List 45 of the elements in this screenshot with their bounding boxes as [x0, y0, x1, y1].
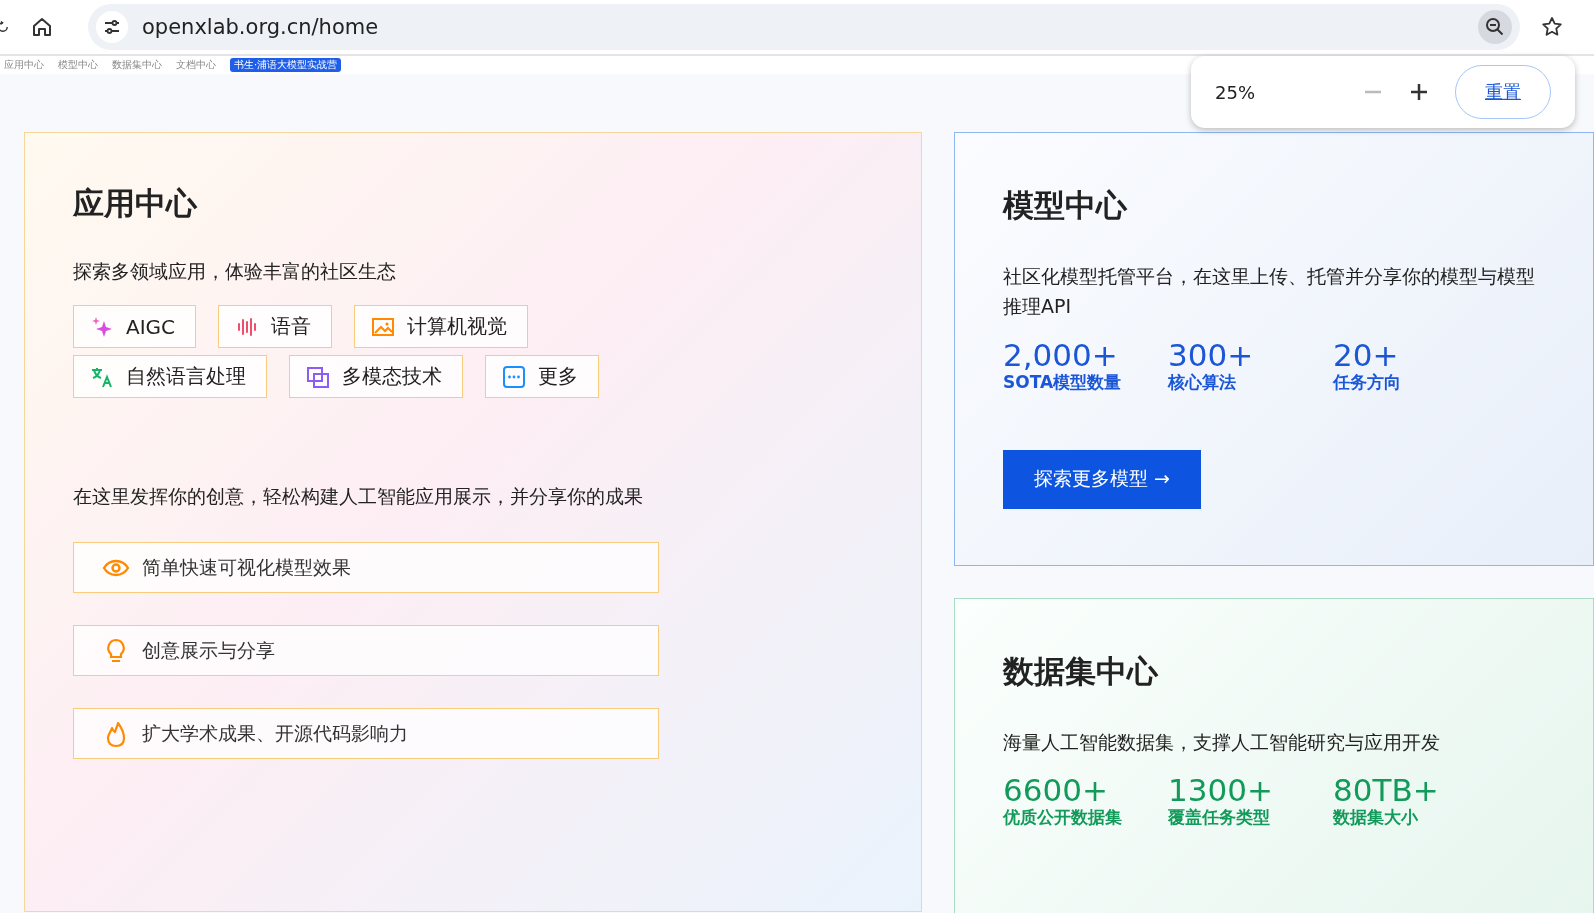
card-description: 在这里发挥你的创意，轻松构建人工智能应用展示，并分享你的成果 — [73, 484, 644, 509]
zoom-in-icon[interactable] — [1409, 82, 1429, 102]
nav-link[interactable]: 模型中心 — [58, 58, 98, 72]
category-tag[interactable]: 计算机视觉 — [354, 305, 529, 348]
category-tag[interactable]: 语音 — [218, 305, 333, 348]
card-title: 模型中心 — [1003, 186, 1128, 225]
nav-badge[interactable]: 书生·浦语大模型实战营 — [230, 58, 342, 72]
stat-label: 核心算法 — [1168, 370, 1237, 394]
feature-text: 创意展示与分享 — [142, 637, 275, 663]
stat-value: 1300+ — [1168, 775, 1274, 807]
reset-button[interactable]: 重置 — [1455, 65, 1551, 119]
stat-value: 300+ — [1168, 339, 1255, 371]
address-bar[interactable]: openxlab.org.cn/home — [88, 4, 1520, 50]
category-tag[interactable]: AIGC — [73, 305, 197, 348]
explore-models-button[interactable]: 探索更多模型 → — [1003, 449, 1201, 509]
stat-value: 80TB+ — [1333, 775, 1440, 807]
category-tag[interactable]: 自然语言处理 — [73, 355, 267, 398]
overlapping-squares-icon — [306, 364, 330, 389]
card-description: 海量人工智能数据集，支撑人工智能研究与应用开发 — [1003, 730, 1441, 755]
stat-label: 数据集大小 — [1333, 806, 1419, 830]
site-settings-icon[interactable] — [96, 11, 128, 43]
card-title: 应用中心 — [73, 184, 198, 223]
nav-link[interactable]: 数据集中心 — [112, 58, 162, 72]
card-title: 数据集中心 — [1003, 652, 1159, 691]
stat-label: 优质公开数据集 — [1003, 806, 1123, 830]
stat-value: 2,000+ — [1003, 339, 1119, 371]
url-text: openxlab.org.cn/home — [142, 15, 379, 39]
stat-label: SOTA模型数量 — [1003, 370, 1123, 394]
home-icon[interactable] — [30, 15, 54, 39]
stat-label: 覆盖任务类型 — [1168, 806, 1271, 830]
stat-value: 20+ — [1333, 339, 1400, 371]
stat-value: 6600+ — [1003, 775, 1109, 807]
zoom-icon[interactable] — [1478, 10, 1512, 44]
zoom-level: 25% — [1215, 81, 1256, 103]
nav-link[interactable]: 文档中心 — [176, 58, 216, 72]
category-tag[interactable]: 更多 — [485, 355, 599, 398]
bookmark-star-icon[interactable] — [1540, 15, 1564, 39]
feature-text: 扩大学术成果、开源代码影响力 — [142, 720, 408, 746]
card-subtitle: 探索多领域应用，体验丰富的社区生态 — [73, 259, 397, 284]
category-tag[interactable]: 多模态技术 — [289, 355, 463, 398]
stat-label: 任务方向 — [1333, 370, 1402, 394]
nav-link[interactable]: 应用中心 — [4, 58, 44, 72]
card-description: 社区化模型托管平台，在这里上传、托管并分享你的模型与模型推理API — [1003, 264, 1536, 320]
more-icon — [502, 364, 526, 389]
feature-text: 简单快速可视化模型效果 — [142, 554, 351, 580]
